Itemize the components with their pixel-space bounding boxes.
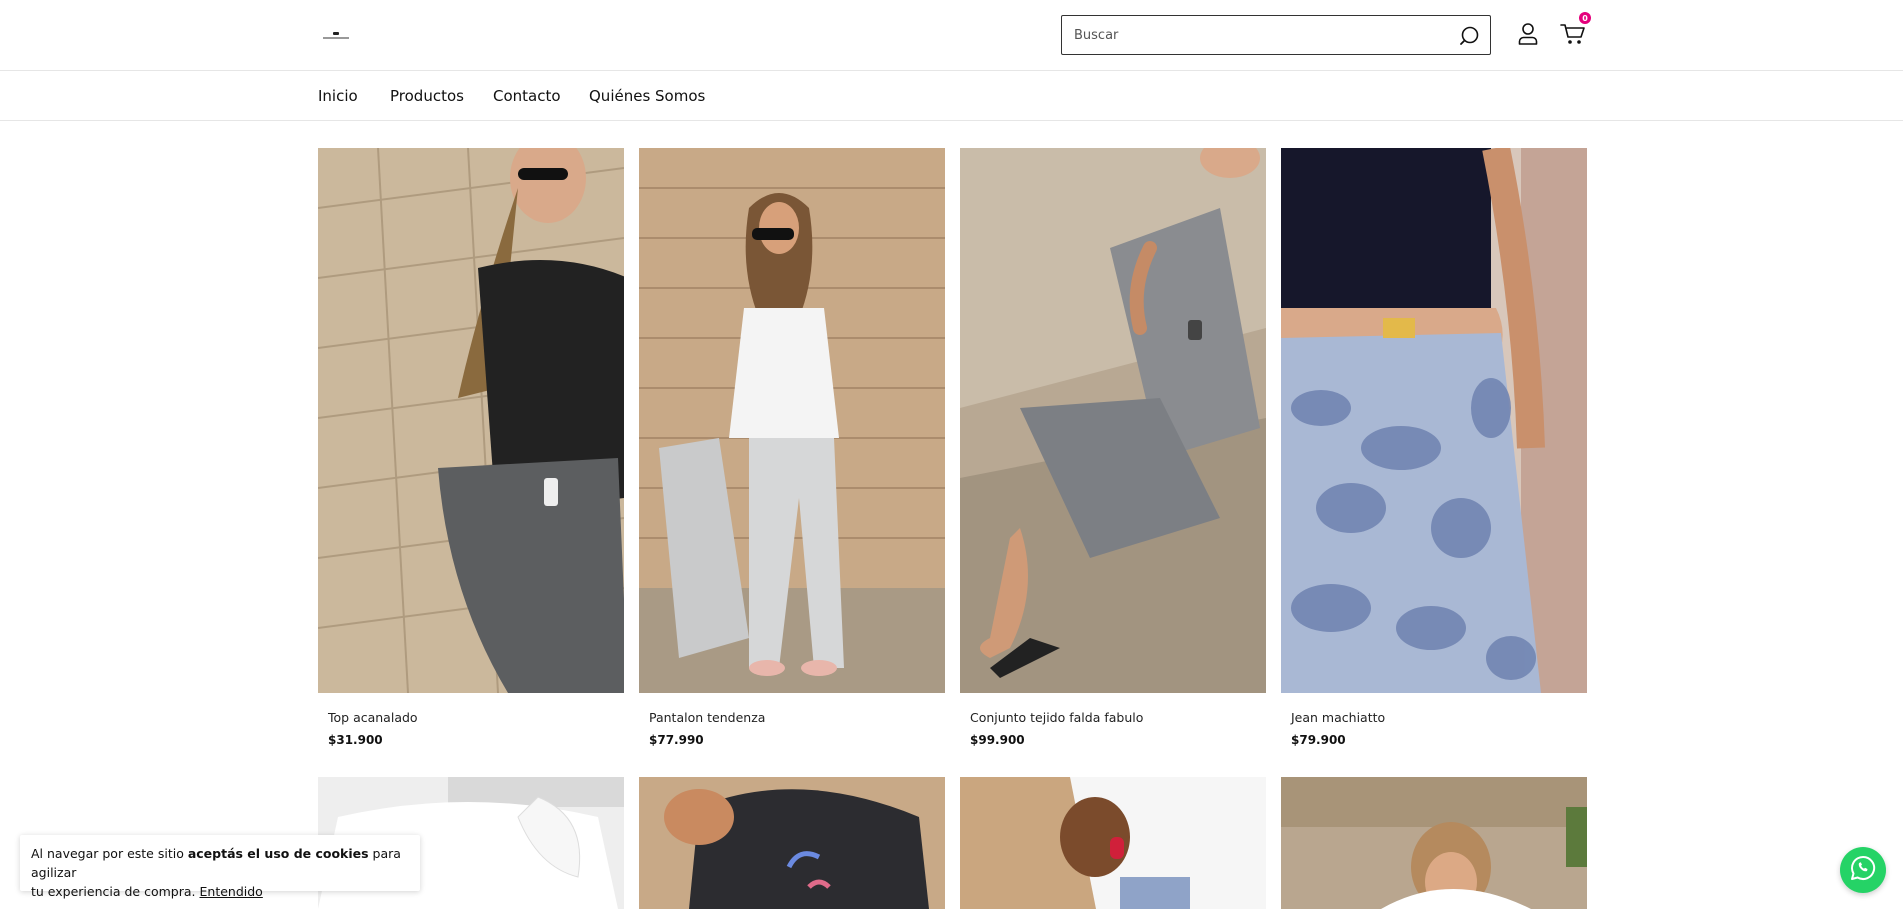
product-image[interactable]	[639, 148, 945, 693]
cookie-accept-link[interactable]: Entendido	[200, 884, 263, 899]
nav-item-quienes-somos[interactable]: Quiénes Somos	[589, 87, 705, 105]
cart-count-badge: 0	[1579, 12, 1591, 24]
search-input[interactable]	[1074, 16, 1444, 54]
product-price: $79.900	[1291, 733, 1346, 747]
user-account-icon[interactable]	[1517, 22, 1539, 46]
product-card[interactable]	[639, 777, 945, 909]
product-price: $99.900	[970, 733, 1025, 747]
product-card[interactable]: Pantalon tendenza $77.990	[639, 148, 945, 747]
shopping-cart-icon[interactable]	[1560, 22, 1586, 46]
product-price: $31.900	[328, 733, 383, 747]
product-card[interactable]	[1281, 777, 1587, 909]
cookie-consent-banner: Al navegar por este sitio aceptás el uso…	[20, 835, 420, 899]
whatsapp-chat-button[interactable]	[1840, 847, 1886, 893]
product-name[interactable]: Conjunto tejido falda fabulo	[970, 710, 1143, 725]
site-header: 0	[0, 0, 1903, 71]
store-logo[interactable]	[322, 30, 350, 40]
cookie-text-bold: aceptás el uso de cookies	[187, 846, 369, 861]
product-image[interactable]	[639, 777, 945, 909]
product-image[interactable]	[960, 777, 1266, 909]
nav-item-productos[interactable]: Productos	[390, 87, 464, 105]
product-image[interactable]	[960, 148, 1266, 693]
search-icon[interactable]	[1458, 25, 1480, 47]
product-card[interactable]	[960, 777, 1266, 909]
product-name[interactable]: Pantalon tendenza	[649, 710, 765, 725]
nav-item-contacto[interactable]: Contacto	[493, 87, 561, 105]
logo-wordmark	[323, 36, 349, 39]
product-card[interactable]: Jean machiatto $79.900	[1281, 148, 1587, 747]
product-name[interactable]: Jean machiatto	[1291, 710, 1385, 725]
nav-item-inicio[interactable]: Inicio	[318, 87, 358, 105]
logo-mark	[333, 31, 339, 35]
whatsapp-icon	[1850, 855, 1876, 885]
cookie-text: tu experiencia de compra.	[31, 884, 196, 899]
product-card[interactable]: Top acanalado $31.900	[318, 148, 624, 747]
search-box	[1061, 15, 1491, 55]
product-image[interactable]	[1281, 148, 1587, 693]
main-navigation: Inicio Productos Contacto Quiénes Somos	[0, 71, 1903, 121]
product-price: $77.990	[649, 733, 704, 747]
product-image[interactable]	[1281, 777, 1587, 909]
cookie-text: Al navegar por este sitio	[31, 846, 188, 861]
product-card[interactable]: Conjunto tejido falda fabulo $99.900	[960, 148, 1266, 747]
product-name[interactable]: Top acanalado	[328, 710, 418, 725]
product-image[interactable]	[318, 148, 624, 693]
